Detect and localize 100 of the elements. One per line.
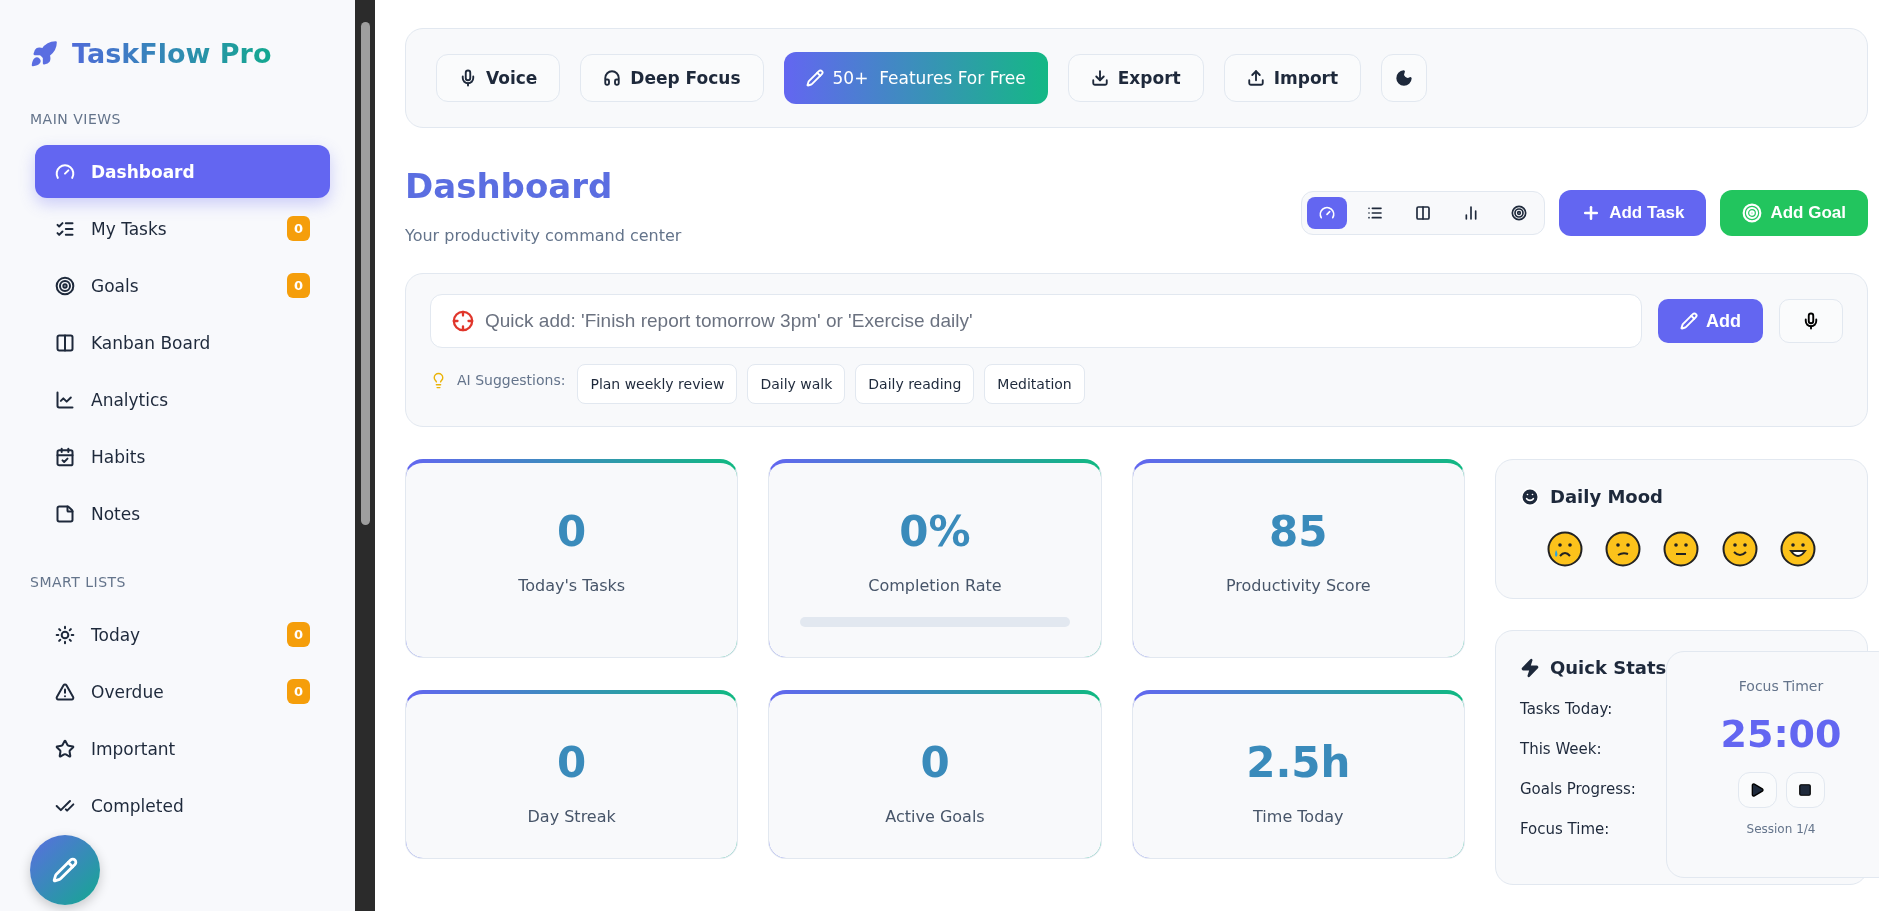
bar-chart-icon xyxy=(1463,205,1480,221)
stat-row-label: Goals Progress: xyxy=(1520,780,1636,798)
nav-item[interactable]: My Tasks 0 xyxy=(35,202,330,255)
mood-option[interactable] xyxy=(1779,531,1816,567)
gauge-icon xyxy=(1319,205,1336,221)
page-title: Dashboard xyxy=(405,166,614,206)
nav-label: Important xyxy=(91,738,177,759)
section-title: SMART LISTS xyxy=(30,574,127,590)
nav-label: Goals xyxy=(91,275,140,296)
stat-label: Time Today xyxy=(1253,807,1344,826)
sun-icon xyxy=(55,624,75,645)
count-badge: 0 xyxy=(286,622,310,647)
stat-value: 2.5h xyxy=(1246,738,1351,787)
neutral-face-icon xyxy=(1663,531,1700,567)
stat-row-label: Focus Time: xyxy=(1520,820,1610,838)
toolbar-button[interactable]: Deep Focus xyxy=(580,54,764,102)
section-title: MAIN VIEWS xyxy=(30,111,122,127)
list-icon xyxy=(1367,205,1384,221)
quick-add-fab[interactable] xyxy=(30,835,100,905)
add-task-button[interactable]: Add Task xyxy=(1559,190,1707,236)
moon-icon xyxy=(1395,69,1414,87)
rocket-icon xyxy=(30,39,58,68)
count-badge: 0 xyxy=(286,679,310,704)
card-title: Quick Stats xyxy=(1550,657,1667,678)
card-title: Daily Mood xyxy=(1550,486,1663,507)
suggestions-label: AI Suggestions: xyxy=(457,372,566,388)
warning-icon xyxy=(55,681,75,702)
scrollbar[interactable] xyxy=(360,22,370,525)
stat-value: 0 xyxy=(557,738,587,787)
nav-label: My Tasks xyxy=(91,218,168,239)
timer-display: 25:00 xyxy=(1720,712,1842,756)
smiling-face-icon xyxy=(1721,531,1758,567)
page-subtitle: Your productivity command center xyxy=(405,226,682,245)
nav-item[interactable]: Dashboard xyxy=(35,145,330,198)
smile-icon xyxy=(1520,486,1540,507)
nav-label: Analytics xyxy=(91,389,170,410)
stat-value: 0% xyxy=(899,507,971,556)
download-icon xyxy=(1090,69,1109,87)
stop-button[interactable] xyxy=(1785,772,1825,808)
stat-label: Today's Tasks xyxy=(518,576,626,595)
target-icon xyxy=(1742,203,1763,223)
mood-option[interactable] xyxy=(1605,531,1642,567)
quick-add-field[interactable]: Quick add: 'Finish report tomorrow 3pm' or 'Exercise daily' xyxy=(430,294,1642,348)
stop-icon xyxy=(1798,783,1812,797)
pencil-icon xyxy=(805,69,824,87)
stat-value: 85 xyxy=(1269,507,1328,556)
timer-title: Focus Timer xyxy=(1738,678,1824,694)
pencil-icon xyxy=(1680,312,1698,330)
stat-label: Day Streak xyxy=(527,807,616,826)
mood-option[interactable] xyxy=(1721,531,1758,567)
line-chart-icon xyxy=(55,389,75,410)
toolbar-button[interactable]: Import xyxy=(1223,54,1362,102)
suggestion-chip[interactable]: Plan weekly review xyxy=(577,364,738,404)
stat-row-label: Tasks Today: xyxy=(1520,700,1613,718)
theme-toggle[interactable] xyxy=(1381,54,1428,102)
toolbar-button[interactable]: Voice xyxy=(436,54,561,102)
calendar-check-icon xyxy=(55,446,75,467)
stat-label: Active Goals xyxy=(885,807,985,826)
target-icon xyxy=(452,310,474,332)
headphones-icon xyxy=(603,69,622,87)
toolbar-button[interactable]: Export xyxy=(1067,54,1204,102)
suggestion-chip[interactable]: Daily walk xyxy=(747,364,846,404)
suggestion-chip[interactable]: Daily reading xyxy=(855,364,975,404)
toolbar-button[interactable]: 50+ Features For Free xyxy=(783,52,1048,104)
suggestion-chip[interactable]: Meditation xyxy=(984,364,1085,404)
grinning-face-icon xyxy=(1779,531,1816,567)
nav-item[interactable]: Habits xyxy=(35,430,330,483)
play-button[interactable] xyxy=(1737,772,1777,808)
play-icon xyxy=(1749,782,1765,798)
nav-label: Habits xyxy=(91,446,147,467)
nav-item[interactable]: Completed xyxy=(35,779,330,832)
nav-label: Overdue xyxy=(91,681,165,702)
nav-label: Today xyxy=(91,624,142,645)
pencil-icon xyxy=(52,857,78,883)
mood-option[interactable] xyxy=(1547,531,1584,567)
lightning-icon xyxy=(1520,657,1540,678)
nav-item[interactable]: Today 0 xyxy=(35,608,330,661)
star-icon xyxy=(55,738,75,759)
columns-icon xyxy=(1415,205,1432,221)
nav-label: Completed xyxy=(91,795,185,816)
upload-icon xyxy=(1246,69,1265,87)
stat-label: Productivity Score xyxy=(1225,576,1371,595)
session-counter: Session 1/4 xyxy=(1746,822,1816,836)
stat-label: Completion Rate xyxy=(868,576,1002,595)
note-icon xyxy=(55,503,75,524)
nav-item[interactable]: Analytics xyxy=(35,373,330,426)
nav-label: Dashboard xyxy=(91,161,196,182)
nav-label: Kanban Board xyxy=(91,332,212,353)
stat-value: 0 xyxy=(920,738,950,787)
nav-item[interactable]: Important xyxy=(35,722,330,775)
nav-item[interactable]: Kanban Board xyxy=(35,316,330,369)
nav-item[interactable]: Overdue 0 xyxy=(35,665,330,718)
columns-icon xyxy=(55,332,75,353)
voice-button[interactable] xyxy=(1779,299,1843,343)
stat-row-label: This Week: xyxy=(1520,740,1602,758)
add-button[interactable]: Add xyxy=(1658,299,1763,343)
nav-item[interactable]: Notes xyxy=(35,487,330,540)
nav-item[interactable]: Goals 0 xyxy=(35,259,330,312)
mic-icon xyxy=(1802,312,1820,330)
mood-option[interactable] xyxy=(1663,531,1700,567)
